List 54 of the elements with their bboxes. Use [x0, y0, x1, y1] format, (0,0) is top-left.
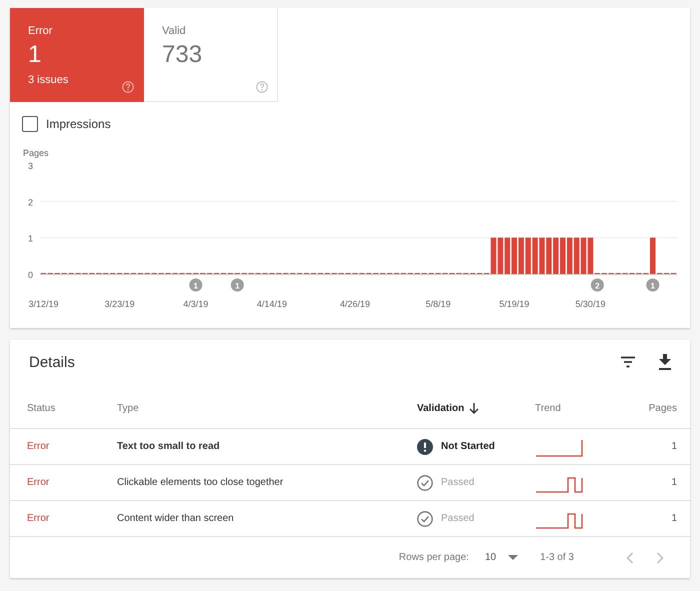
tile-value: 733 [162, 43, 204, 67]
column-header: Pages [648, 402, 677, 414]
column-header[interactable]: Validation [417, 402, 535, 414]
filter-icon[interactable] [620, 356, 636, 368]
pages-cell-text: 1 [670, 477, 677, 488]
table-row[interactable]: Error Text too small to read Not Started 1 [10, 429, 690, 465]
x-tick-label: 5/19/19 [499, 299, 530, 309]
download-icon[interactable] [658, 354, 672, 370]
checkbox[interactable] [22, 116, 38, 132]
tile-value: 1 [28, 43, 42, 67]
column-header: Status [27, 402, 56, 414]
x-tick-label: 5/8/19 [426, 299, 451, 309]
page-range: 1-3 of 3 [540, 552, 574, 563]
details-title: Details [29, 354, 75, 370]
sort-arrow-icon[interactable] [469, 402, 480, 414]
table-row[interactable]: Error Clickable elements too close together Passed 1 [10, 465, 690, 501]
x-tick-label: 3/12/19 [28, 299, 58, 309]
pages-cell-text: 1 [670, 513, 677, 524]
y-tick-label: 0 [28, 270, 33, 280]
annotation-marker[interactable]: 1 [646, 278, 660, 292]
tile-subtitle: 3 issues [28, 74, 70, 86]
annotation-marker[interactable]: 2 [590, 278, 604, 292]
y-tick-label: 2 [28, 197, 33, 208]
tile-label: Error [28, 25, 54, 37]
validation-text: Not Started [441, 441, 495, 452]
status-cell-text: Error [27, 513, 50, 524]
annotation-marker[interactable]: 1 [189, 278, 202, 292]
rows-per-page-select[interactable]: 10 [484, 552, 518, 563]
status-cell-text: Error [27, 441, 50, 452]
validation-text: Passed [441, 513, 474, 524]
x-tick-label: 5/30/19 [575, 299, 606, 309]
checkbox-label: Impressions [46, 117, 111, 131]
type-cell-text: Content wider than screen [117, 513, 235, 524]
column-header: Trend [535, 402, 562, 414]
x-tick-label: 4/26/19 [340, 299, 370, 309]
tile-label: Valid [162, 25, 187, 37]
type-cell-text: Clickable elements too close together [117, 477, 284, 488]
annotation-marker[interactable]: 1 [230, 278, 244, 292]
summary-tile[interactable]: Error 1 3 issues [10, 8, 144, 102]
summary-tile[interactable]: Valid 733 [144, 8, 278, 102]
y-tick-label: 1 [28, 234, 33, 244]
x-tick-label: 4/3/19 [183, 299, 208, 309]
validation-text: Passed [441, 477, 474, 488]
rows-per-page-label: Rows per page: [398, 552, 469, 563]
pages-cell-text: 1 [670, 441, 677, 452]
y-axis-title: Pages [23, 148, 49, 158]
status-cell-text: Error [27, 477, 50, 488]
dropdown-icon [508, 555, 518, 560]
y-tick-label: 3 [28, 161, 33, 171]
table-row[interactable]: Error Content wider than screen Passed 1 [10, 501, 690, 537]
x-tick-label: 3/23/19 [104, 299, 135, 309]
column-header: Type [117, 402, 140, 414]
type-cell-text: Text too small to read [117, 441, 221, 452]
x-tick-label: 4/14/19 [256, 299, 287, 309]
